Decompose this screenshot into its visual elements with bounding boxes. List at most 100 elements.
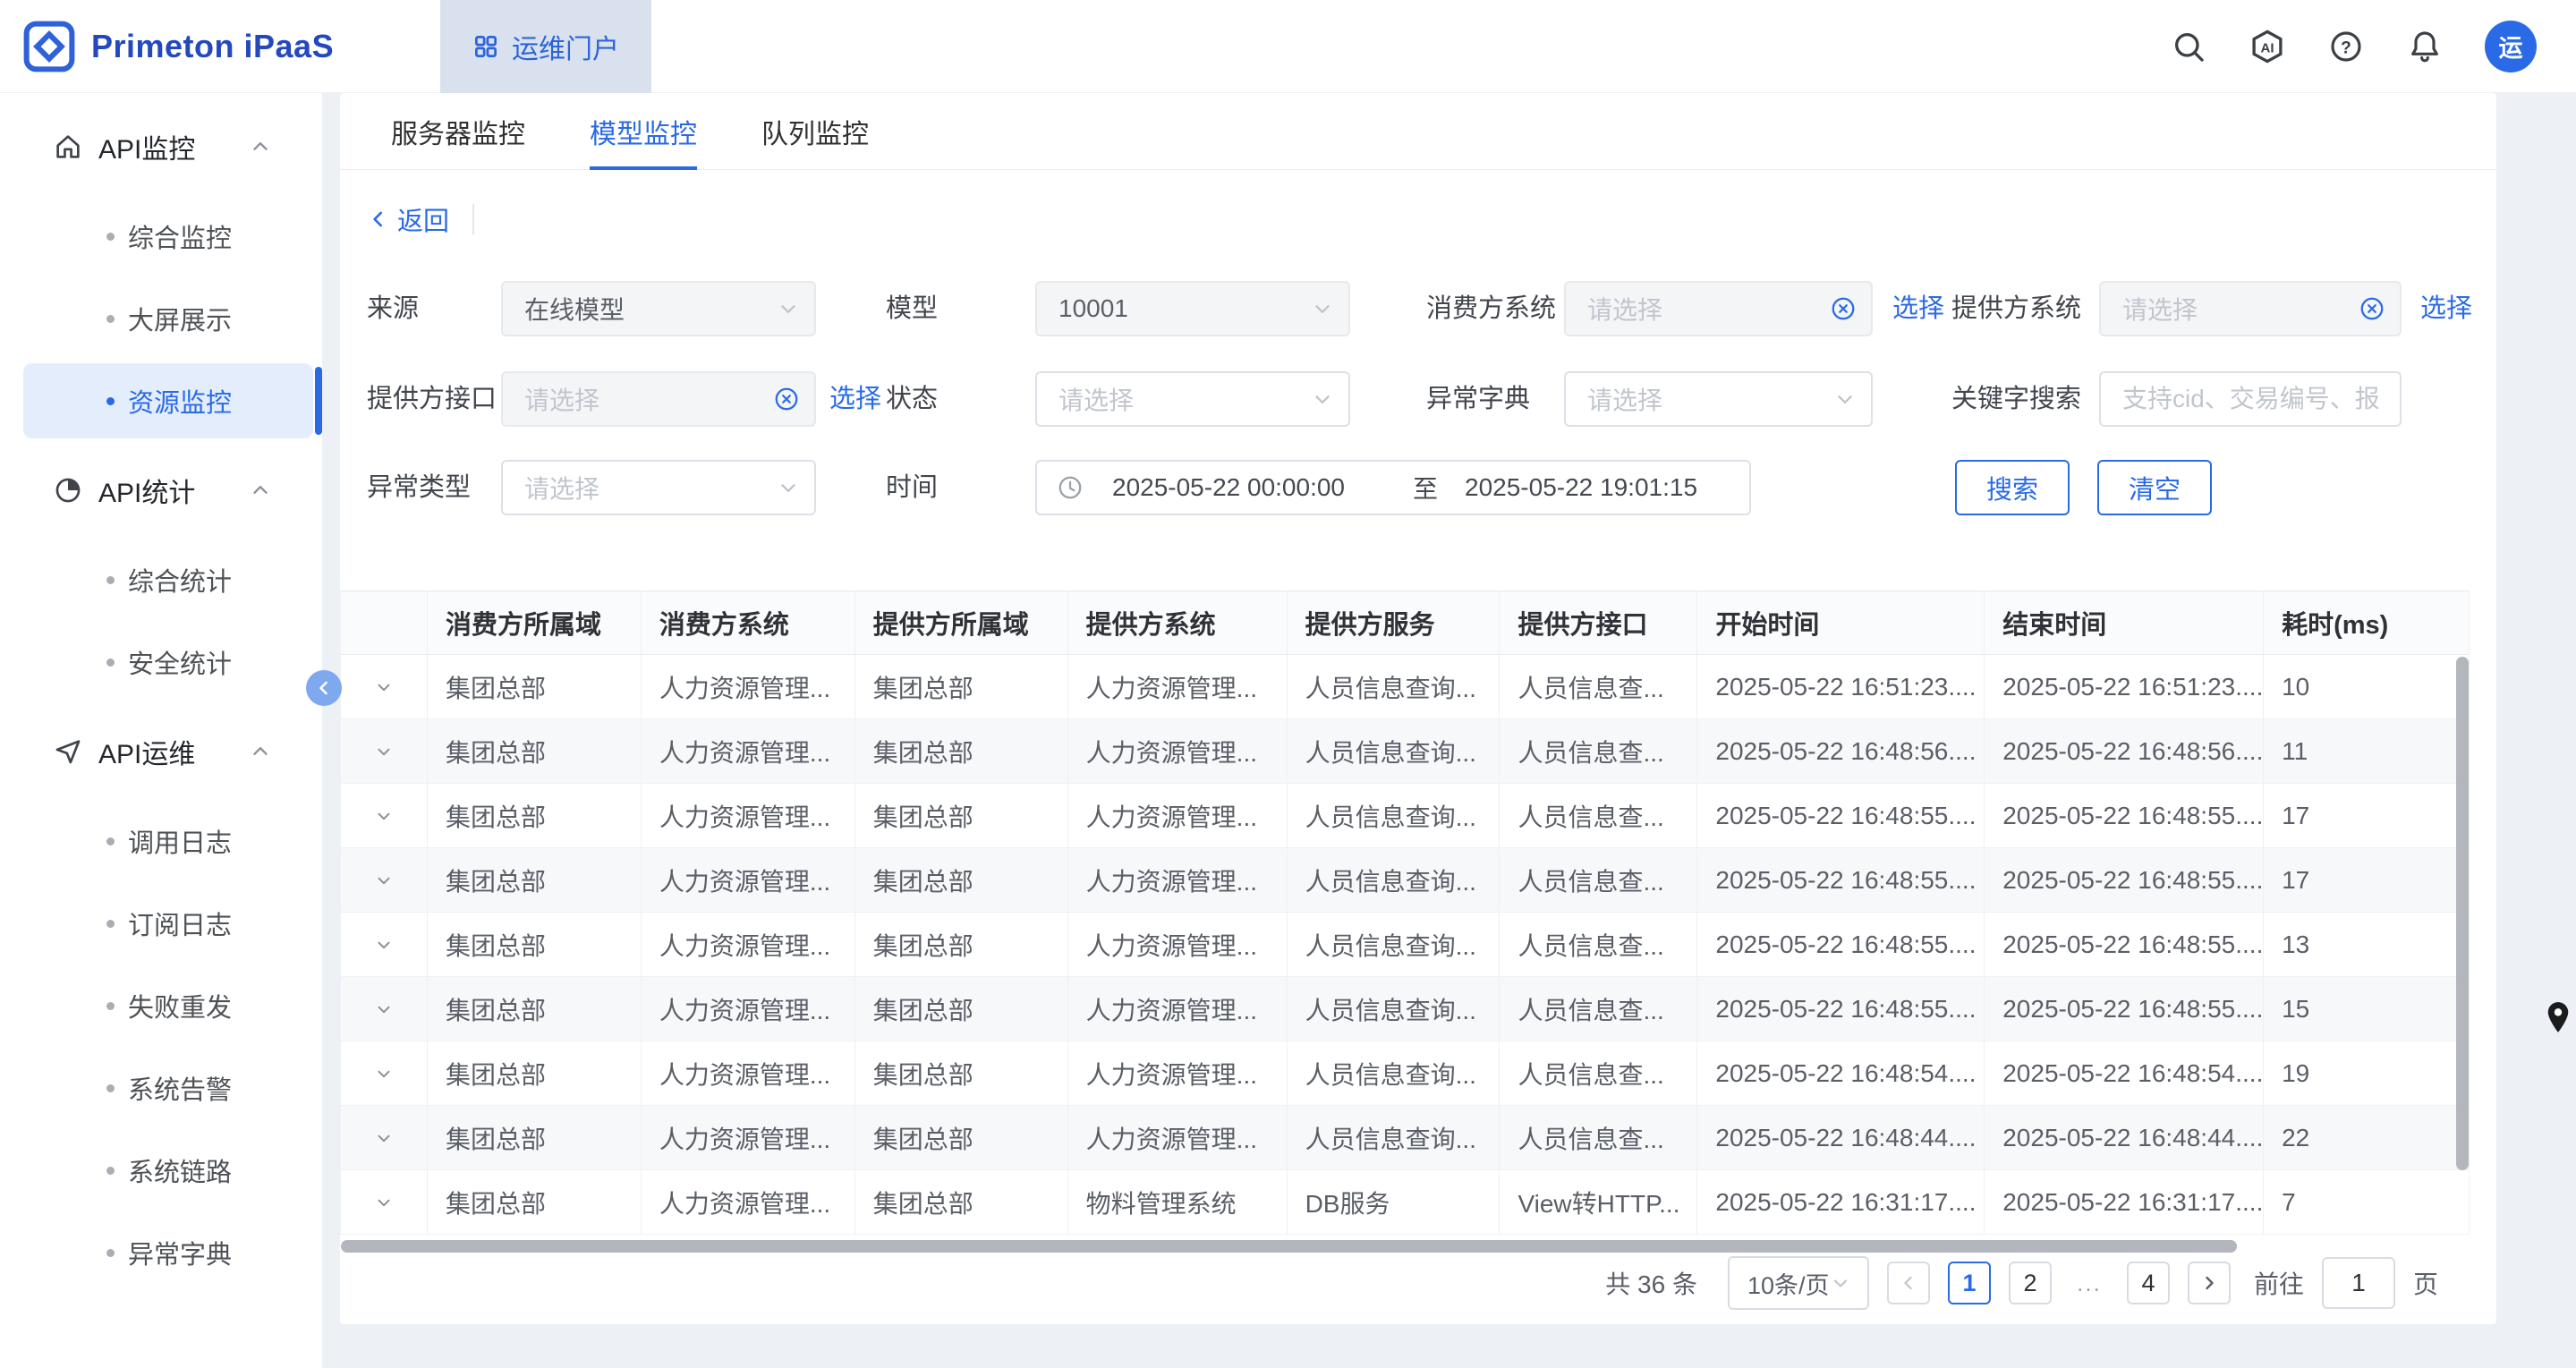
table-cell: 人力资源管理... [1068,977,1288,1041]
page-button-1[interactable]: 1 [1948,1262,1991,1304]
grid-icon [472,33,499,60]
sidebar-item-system-alert[interactable]: 系统告警 [23,1050,313,1126]
exception-dict-select[interactable]: 请选择 [1564,371,1873,427]
app-header: Primeton iPaaS 运维门户 AI ? [0,0,2576,93]
sidebar-item-label: 大屏展示 [128,300,232,337]
table-cell: 集团总部 [855,719,1068,783]
provider-interface-input[interactable]: 请选择 [501,371,816,427]
provider-system-input[interactable]: 请选择 [2099,281,2402,336]
sidebar-item-call-log[interactable]: 调用日志 [23,803,313,879]
table-cell: 人力资源管理... [1068,655,1288,718]
table-cell: 人员信息查... [1500,848,1697,912]
vertical-scrollbar[interactable] [2456,657,2469,1170]
table-cell: 人员信息查询... [1288,1041,1501,1105]
table-cell: 人员信息查询... [1288,913,1501,976]
column-header: 提供方系统 [1068,591,1288,654]
row-expand-icon[interactable] [341,1170,428,1234]
column-header: 提供方所属域 [855,591,1068,654]
sidebar-group-api-monitor[interactable]: API监控 [0,102,322,191]
row-expand-icon[interactable] [341,848,428,912]
source-select[interactable]: 在线模型 [501,281,816,336]
chevron-up-icon [249,479,272,502]
sidebar-item-retry[interactable]: 失败重发 [23,968,313,1043]
table-cell: 2025-05-22 16:48:56.... [1697,719,1985,783]
expand-column-header [341,591,428,654]
table-cell: 人力资源管理... [1068,848,1288,912]
sidebar-item-exception-dict[interactable]: 异常字典 [23,1215,313,1290]
sidebar: API监控 综合监控 大屏展示 资源监控 API统计 综合统计 安全统计 API… [0,93,322,1368]
row-expand-icon[interactable] [341,1041,428,1105]
page-button-2[interactable]: 2 [2009,1262,2052,1304]
sidebar-collapse-button[interactable] [306,670,342,706]
table-cell: 人员信息查... [1500,913,1697,976]
clear-circle-icon[interactable] [2359,295,2385,322]
sidebar-item-subscribe-log[interactable]: 订阅日志 [23,886,313,961]
time-range-picker[interactable]: 2025-05-22 00:00:00 至 2025-05-22 19:01:1… [1035,460,1751,515]
time-end-value[interactable]: 2025-05-22 19:01:15 [1465,473,1697,502]
sidebar-item-comprehensive-monitor[interactable]: 综合监控 [23,199,313,274]
row-expand-icon[interactable] [341,719,428,783]
map-pin-icon[interactable] [2545,1000,2572,1039]
next-page-button[interactable] [2188,1262,2231,1304]
table-cell: 2025-05-22 16:48:55.... [1697,784,1985,847]
page-size-select[interactable]: 10条/页 [1728,1256,1869,1310]
status-label: 状态 [886,371,938,427]
row-expand-icon[interactable] [341,913,428,976]
table-cell: 2025-05-22 16:31:17.... [1697,1170,1985,1234]
clear-button[interactable]: 清空 [2097,460,2212,515]
back-link[interactable]: 返回 [397,200,449,238]
consumer-system-select-link[interactable]: 选择 [1892,281,1944,336]
sidebar-group-api-stats[interactable]: API统计 [0,446,322,535]
row-expand-icon[interactable] [341,1106,428,1169]
status-select[interactable]: 请选择 [1035,371,1350,427]
row-expand-icon[interactable] [341,655,428,718]
sidebar-item-dashboard[interactable]: 大屏展示 [23,281,313,356]
ai-icon[interactable]: AI [2249,28,2286,65]
clear-circle-icon[interactable] [1830,295,1857,322]
table-cell: 2025-05-22 16:48:55.... [1985,977,2264,1041]
tab-model-monitor[interactable]: 模型监控 [590,93,697,169]
table-cell: 集团总部 [855,1041,1068,1105]
time-start-value[interactable]: 2025-05-22 00:00:00 [1112,473,1356,502]
search-icon[interactable] [2170,28,2207,65]
column-header: 耗时(ms) [2264,591,2470,654]
sidebar-item-resource-monitor[interactable]: 资源监控 [23,363,313,438]
sidebar-item-system-trace[interactable]: 系统链路 [23,1133,313,1208]
model-select[interactable]: 10001 [1035,281,1350,336]
table-cell: 人员信息查询... [1288,977,1501,1041]
page-button-4[interactable]: 4 [2127,1262,2170,1304]
column-header: 消费方所属域 [428,591,642,654]
table-cell: 2025-05-22 16:48:54.... [1697,1041,1985,1105]
portal-tab[interactable]: 运维门户 [440,0,651,93]
sidebar-group-api-ops[interactable]: API运维 [0,707,322,796]
pagination: 共 36 条 10条/页 1 2 ... 4 前往 页 [340,1249,2438,1317]
sidebar-item-label: 调用日志 [128,822,232,860]
prev-page-button[interactable] [1887,1262,1930,1304]
table-cell: 集团总部 [428,784,642,847]
provider-interface-select-link[interactable]: 选择 [829,371,881,427]
search-button[interactable]: 搜索 [1955,460,2070,515]
table-cell: 11 [2264,719,2470,783]
tab-server-monitor[interactable]: 服务器监控 [391,93,525,169]
exception-dict-placeholder: 请选择 [1587,381,1662,417]
help-icon[interactable]: ? [2327,28,2365,65]
consumer-system-input[interactable]: 请选择 [1564,281,1873,336]
keyword-input[interactable] [2101,385,2400,413]
sidebar-item-security-stats[interactable]: 安全统计 [23,625,313,700]
provider-system-select-link[interactable]: 选择 [2420,281,2472,336]
main-content: 服务器监控 模型监控 队列监控 返回 来源 在线模型 模型 10001 消费方系… [322,93,2576,1368]
table-cell: 17 [2264,784,2470,847]
table-cell: 人员信息查询... [1288,1106,1501,1169]
page-ellipsis[interactable]: ... [2070,1270,2109,1297]
exception-type-select[interactable]: 请选择 [501,460,816,515]
table-cell: 2025-05-22 16:48:55.... [1985,848,2264,912]
sidebar-item-comprehensive-stats[interactable]: 综合统计 [23,542,313,617]
table-row: 集团总部人力资源管理...集团总部人力资源管理...人员信息查询...人员信息查… [341,913,2470,977]
goto-page-input[interactable] [2322,1257,2395,1309]
user-avatar[interactable]: 运 [2485,21,2537,72]
clear-circle-icon[interactable] [773,386,800,412]
row-expand-icon[interactable] [341,977,428,1041]
bell-icon[interactable] [2406,28,2444,65]
tab-queue-monitor[interactable]: 队列监控 [761,93,869,169]
row-expand-icon[interactable] [341,784,428,847]
